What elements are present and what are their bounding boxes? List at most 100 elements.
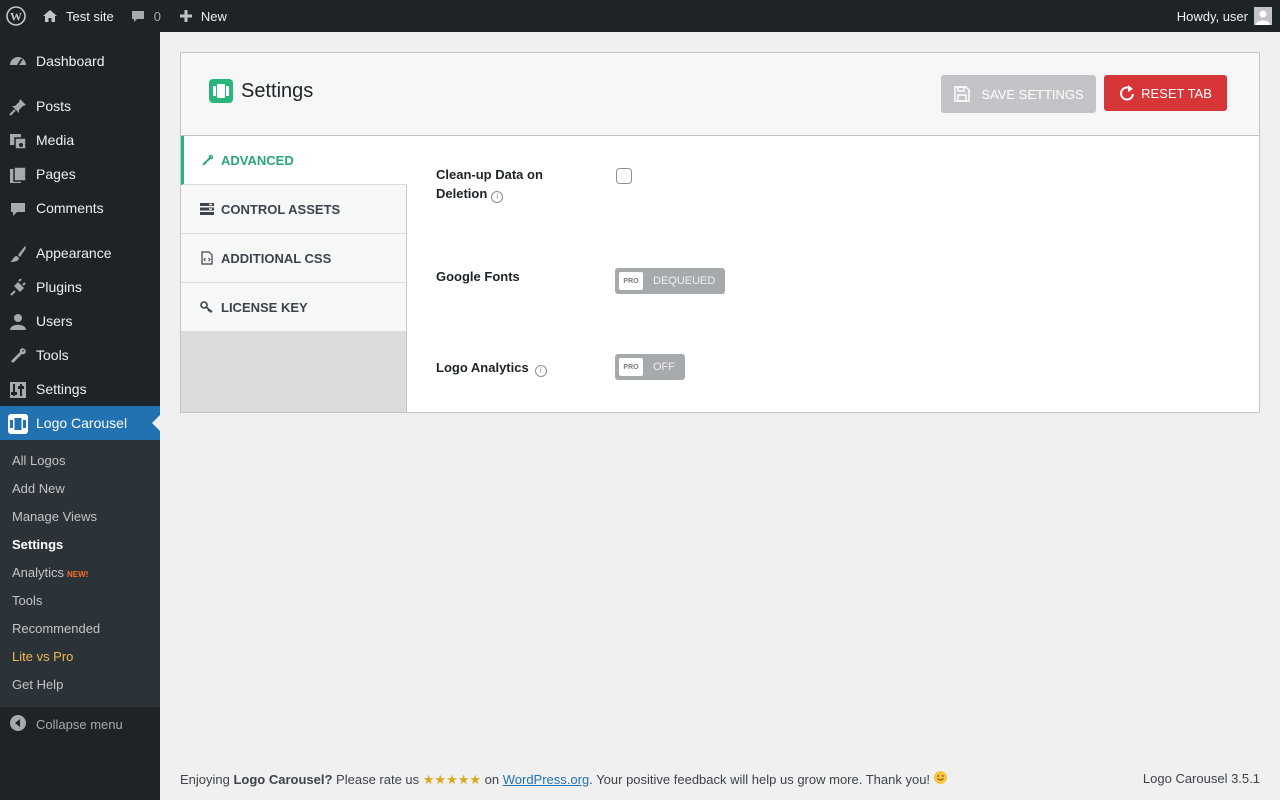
submenu-tools[interactable]: Tools xyxy=(0,587,160,615)
smiley-icon xyxy=(933,771,947,784)
admin-sidebar: Dashboard Posts Media Pages Comments App… xyxy=(0,32,160,800)
submenu-all-logos[interactable]: All Logos xyxy=(0,447,160,475)
menu-logo-carousel[interactable]: Logo Carousel xyxy=(0,406,160,440)
footer-version: Logo Carousel 3.5.1 xyxy=(1142,771,1260,786)
logo-analytics-text: Logo Analytics xyxy=(436,360,529,375)
footer-feedback: Enjoying Logo Carousel? Please rate us ★… xyxy=(180,771,947,788)
submenu-add-new[interactable]: Add New xyxy=(0,475,160,503)
home-icon xyxy=(42,8,58,24)
collapse-menu-button[interactable]: Collapse menu xyxy=(0,707,160,741)
menu-label: Plugins xyxy=(36,279,82,295)
reset-tab-button[interactable]: RESET TAB xyxy=(1104,75,1227,111)
submenu-get-help[interactable]: Get Help xyxy=(0,671,160,699)
submenu-manage-views[interactable]: Manage Views xyxy=(0,503,160,531)
menu-settings[interactable]: Settings xyxy=(0,372,160,406)
submenu-label: Tools xyxy=(12,593,43,608)
pro-badge: PRO xyxy=(619,358,643,376)
save-label: SAVE SETTINGS xyxy=(981,86,1084,102)
footer-on: on xyxy=(481,772,503,787)
page-title: Settings xyxy=(241,80,314,102)
submenu-settings[interactable]: Settings xyxy=(0,531,160,559)
refresh-icon xyxy=(1119,85,1135,101)
google-fonts-toggle[interactable]: PRO DEQUEUED xyxy=(615,268,726,294)
collapse-icon xyxy=(10,715,26,731)
wordpress-logo-icon[interactable]: W xyxy=(0,0,34,32)
site-name-link[interactable]: Test site xyxy=(34,0,122,32)
menu-label: Dashboard xyxy=(36,53,105,69)
tab-license-key[interactable]: LICENSE KEY xyxy=(181,283,406,332)
new-content-link[interactable]: New xyxy=(171,0,235,32)
cleanup-data-label: Clean-up Data on Deletion i xyxy=(436,165,543,203)
settings-panel: Settings SAVE SETTINGS RESET TAB ADVANCE… xyxy=(180,52,1260,413)
plugin-icon xyxy=(8,278,28,298)
menu-plugins[interactable]: Plugins xyxy=(0,270,160,304)
settings-tabs: ADVANCED CONTROL ASSETS ADDITIONAL CSS L… xyxy=(181,136,407,412)
list-icon xyxy=(200,202,214,216)
submenu-recommended[interactable]: Recommended xyxy=(0,615,160,643)
pages-icon xyxy=(8,165,28,185)
menu-comments[interactable]: Comments xyxy=(0,191,160,225)
menu-label: Media xyxy=(36,132,75,148)
user-icon xyxy=(8,312,28,332)
account-menu[interactable]: Howdy, user xyxy=(1169,0,1280,32)
save-settings-button[interactable]: SAVE SETTINGS xyxy=(941,75,1096,113)
menu-label: Logo Carousel xyxy=(36,415,128,431)
menu-dashboard[interactable]: Dashboard xyxy=(0,44,160,78)
new-label: New xyxy=(200,8,227,24)
submenu-label: Analytics xyxy=(12,565,65,580)
google-fonts-state: DEQUEUED xyxy=(653,275,716,287)
menu-label: Comments xyxy=(36,200,104,216)
menu-label: Pages xyxy=(36,166,76,182)
footer-enjoying: Enjoying xyxy=(180,772,234,787)
google-fonts-label: Google Fonts xyxy=(436,269,520,284)
submenu-label: Recommended xyxy=(12,621,101,636)
menu-appearance[interactable]: Appearance xyxy=(0,236,160,270)
site-name: Test site xyxy=(66,8,114,24)
cleanup-label-line1: Clean-up Data on xyxy=(436,167,543,182)
tab-control-assets[interactable]: CONTROL ASSETS xyxy=(181,185,406,234)
comment-icon xyxy=(130,8,146,24)
new-badge: NEW! xyxy=(67,570,89,579)
comments-link[interactable]: 0 xyxy=(122,0,169,32)
wordpress-org-link[interactable]: WordPress.org xyxy=(503,772,589,787)
submenu-lite-vs-pro[interactable]: Lite vs Pro xyxy=(0,643,160,671)
tab-advanced[interactable]: ADVANCED xyxy=(181,136,407,185)
carousel-icon xyxy=(8,414,28,434)
submenu-label: All Logos xyxy=(12,453,66,468)
tab-additional-css[interactable]: ADDITIONAL CSS xyxy=(181,234,406,283)
pro-badge: PRO xyxy=(619,272,643,290)
logo-analytics-label: Logo Analytics i xyxy=(436,358,547,377)
cleanup-data-checkbox[interactable] xyxy=(616,168,632,184)
rating-stars[interactable]: ★★★★★ xyxy=(423,772,481,787)
menu-pages[interactable]: Pages xyxy=(0,157,160,191)
logo-analytics-toggle[interactable]: PRO OFF xyxy=(615,354,685,380)
wrench-icon xyxy=(200,153,214,167)
menu-label: Appearance xyxy=(36,245,112,261)
brush-icon xyxy=(8,244,28,264)
info-icon[interactable]: i xyxy=(534,364,547,377)
menu-media[interactable]: Media xyxy=(0,123,160,157)
footer-rate-us: Please rate us xyxy=(332,772,423,787)
logo-carousel-icon xyxy=(209,79,233,103)
submenu-analytics[interactable]: Analytics NEW! xyxy=(0,559,160,587)
menu-label: Users xyxy=(36,313,73,329)
menu-posts[interactable]: Posts xyxy=(0,89,160,123)
media-icon xyxy=(8,131,28,151)
menu-users[interactable]: Users xyxy=(0,304,160,338)
tab-label: CONTROL ASSETS xyxy=(221,201,341,217)
settings-fields: Clean-up Data on Deletion i Google Fonts … xyxy=(408,136,1259,412)
code-file-icon xyxy=(200,251,214,265)
key-icon xyxy=(200,300,214,314)
save-icon xyxy=(953,85,971,103)
collapse-label: Collapse menu xyxy=(36,716,123,732)
cleanup-label-line2: Deletion xyxy=(436,186,488,201)
submenu-label: Add New xyxy=(12,481,65,496)
menu-tools[interactable]: Tools xyxy=(0,338,160,372)
howdy-text: Howdy, user xyxy=(1176,8,1248,24)
menu-label: Settings xyxy=(36,381,87,397)
info-icon[interactable]: i xyxy=(491,190,504,203)
comments-count: 0 xyxy=(153,8,161,24)
pin-icon xyxy=(8,97,28,117)
submenu-label: Manage Views xyxy=(12,509,98,524)
settings-icon xyxy=(8,380,28,400)
